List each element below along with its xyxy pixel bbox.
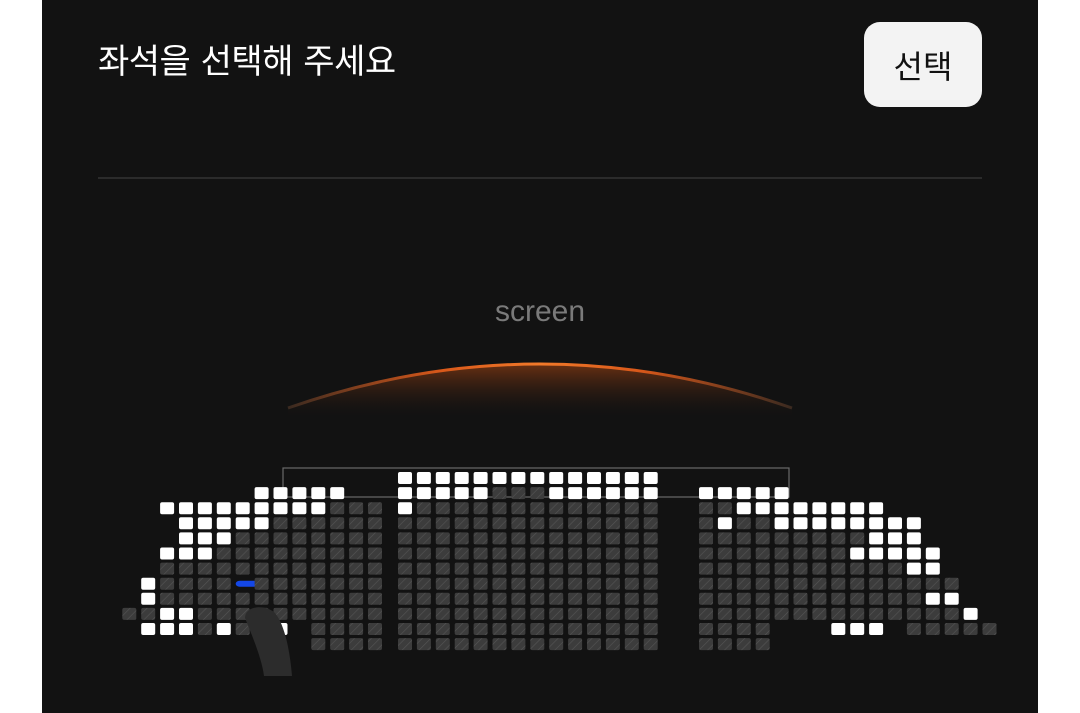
seat-selection-panel: 좌석을 선택해 주세요 선택 screen	[42, 0, 1038, 713]
person-silhouette-shape	[245, 607, 292, 676]
person-silhouette	[245, 607, 292, 676]
